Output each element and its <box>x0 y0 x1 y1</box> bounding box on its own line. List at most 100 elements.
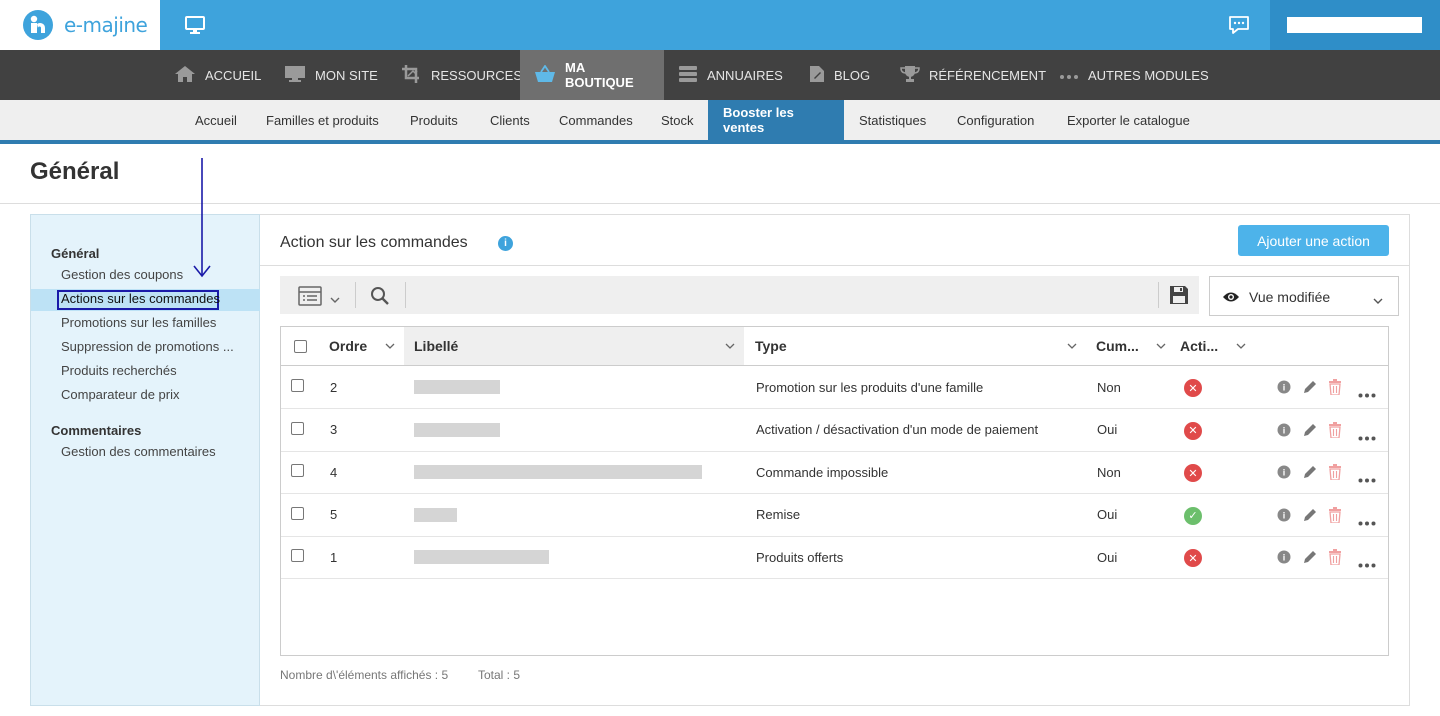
divider <box>260 265 1409 266</box>
table-row[interactable]: 5 Remise Oui ✓ i <box>281 494 1388 537</box>
cell-ordre: 1 <box>330 549 338 565</box>
inactive-cross-icon[interactable]: ✕ <box>1184 379 1202 397</box>
table-row[interactable]: 2 Promotion sur les produits d'une famil… <box>281 366 1388 409</box>
edit-icon[interactable] <box>1302 507 1318 528</box>
main-nav-item-mon-site[interactable]: MON SITE <box>270 50 392 100</box>
sub-nav-item-accueil[interactable]: Accueil <box>180 100 252 140</box>
svg-text:i: i <box>1283 468 1286 478</box>
table-row[interactable]: 1 Produits offerts Oui ✕ i <box>281 536 1388 580</box>
info-icon[interactable]: i <box>1277 550 1291 569</box>
sidebar-group-commentaires: Commentaires <box>51 423 142 438</box>
delete-icon[interactable] <box>1328 464 1342 485</box>
cell-type: Activation / désactivation d'un mode de … <box>756 422 1039 438</box>
sub-nav-label: Commandes <box>559 112 633 128</box>
inactive-cross-icon[interactable]: ✕ <box>1184 464 1202 483</box>
delete-icon[interactable] <box>1328 549 1342 570</box>
view-select[interactable]: Vue modifiée <box>1209 276 1399 316</box>
sub-nav-item-exporter[interactable]: Exporter le catalogue <box>1052 100 1205 140</box>
list-view-icon[interactable] <box>298 286 322 311</box>
cell-cumulable: Oui <box>1097 507 1118 523</box>
column-header-active[interactable]: Acti... <box>1170 327 1250 365</box>
logo[interactable]: e-majine <box>0 0 160 50</box>
edit-icon[interactable] <box>1302 379 1318 400</box>
row-checkbox[interactable] <box>291 421 304 435</box>
sidebar-item-gestion-commentaires[interactable]: Gestion des commentaires <box>61 444 216 459</box>
main-nav-item-ressources[interactable]: RESSOURCES <box>388 50 536 100</box>
row-checkbox[interactable] <box>291 506 304 520</box>
sub-nav-item-booster[interactable]: Booster les ventes <box>708 100 844 140</box>
dots-icon <box>1059 68 1079 83</box>
sub-nav-label: Booster les ventes <box>723 105 794 135</box>
more-icon[interactable] <box>1358 470 1376 488</box>
monitor-icon <box>284 65 306 86</box>
sub-nav-label: Accueil <box>195 112 237 128</box>
sub-nav-label: Exporter le catalogue <box>1067 112 1190 128</box>
sidebar-item-suppression-promotions[interactable]: Suppression de promotions ... <box>61 339 234 354</box>
main-nav-item-blog[interactable]: BLOG <box>795 50 884 100</box>
inactive-cross-icon[interactable]: ✕ <box>1184 421 1202 440</box>
sub-nav-item-stock[interactable]: Stock <box>646 100 709 140</box>
more-icon[interactable] <box>1358 428 1376 446</box>
info-icon[interactable]: i <box>498 236 513 251</box>
row-checkbox[interactable] <box>291 464 304 478</box>
column-header-type[interactable]: Type <box>745 327 1086 365</box>
inactive-cross-icon[interactable]: ✕ <box>1184 549 1202 568</box>
main-nav-label: BLOG <box>834 67 871 83</box>
chevron-down-icon[interactable] <box>330 291 340 309</box>
delete-icon[interactable] <box>1328 379 1342 400</box>
main-nav-item-annuaires[interactable]: ANNUAIRES <box>664 50 797 100</box>
crop-icon <box>402 64 422 86</box>
sidebar-item-produits-recherches[interactable]: Produits recherchés <box>61 363 177 378</box>
cell-libelle-masked <box>414 380 500 394</box>
sub-nav-item-statistiques[interactable]: Statistiques <box>844 100 941 140</box>
cell-ordre: 2 <box>330 379 338 395</box>
content-title: Action sur les commandes <box>280 234 468 251</box>
table-row[interactable]: 4 Commande impossible Non ✕ i <box>281 451 1388 495</box>
column-header-cumulable[interactable]: Cum... <box>1086 327 1170 365</box>
row-checkbox[interactable] <box>291 549 304 563</box>
sidebar-item-comparateur-prix[interactable]: Comparateur de prix <box>61 387 180 402</box>
svg-text:i: i <box>1283 553 1286 563</box>
row-checkbox[interactable] <box>291 379 304 392</box>
monitor-icon[interactable] <box>183 14 207 36</box>
edit-icon[interactable] <box>1302 549 1318 570</box>
column-header-ordre[interactable]: Ordre <box>321 327 404 365</box>
save-icon[interactable] <box>1169 285 1189 310</box>
cell-type: Promotion sur les produits d'une famille <box>756 379 984 395</box>
sub-nav-item-familles[interactable]: Familles et produits <box>251 100 394 140</box>
user-field[interactable] <box>1287 17 1422 33</box>
delete-icon[interactable] <box>1328 421 1342 443</box>
more-icon[interactable] <box>1358 555 1376 573</box>
info-icon[interactable]: i <box>1277 423 1291 442</box>
info-icon[interactable]: i <box>1277 380 1291 399</box>
footer-total: Total : 5 <box>478 668 521 682</box>
stack-icon <box>678 65 698 86</box>
main-nav-item-ma-boutique[interactable]: MA BOUTIQUE <box>520 50 664 100</box>
sub-nav-item-commandes[interactable]: Commandes <box>544 100 648 140</box>
select-all-checkbox[interactable] <box>294 340 307 353</box>
edit-icon[interactable] <box>1302 422 1318 443</box>
main-nav-item-accueil[interactable]: ACCUEIL <box>160 50 275 100</box>
main-nav-item-autres-modules[interactable]: AUTRES MODULES <box>1045 50 1223 100</box>
sidebar-item-actions-commandes[interactable]: Actions sur les commandes <box>61 291 220 306</box>
info-icon[interactable]: i <box>1277 508 1291 527</box>
sidebar-item-gestion-coupons[interactable]: Gestion des coupons <box>61 267 183 282</box>
delete-icon[interactable] <box>1328 506 1342 528</box>
info-icon[interactable]: i <box>1277 465 1291 484</box>
edit-icon[interactable] <box>1302 464 1318 485</box>
chat-icon[interactable] <box>1227 14 1251 36</box>
table-row[interactable]: 3 Activation / désactivation d'un mode d… <box>281 409 1388 452</box>
more-icon[interactable] <box>1358 385 1376 403</box>
sub-nav-item-configuration[interactable]: Configuration <box>942 100 1049 140</box>
search-icon[interactable] <box>370 286 390 311</box>
main-nav-item-referencement[interactable]: RÉFÉRENCEMENT <box>886 50 1060 100</box>
sidebar-item-promotions-familles[interactable]: Promotions sur les familles <box>61 315 216 330</box>
cell-libelle-masked <box>414 465 702 480</box>
chevron-down-icon <box>1236 343 1246 349</box>
add-action-button[interactable]: Ajouter une action <box>1238 225 1389 256</box>
sub-nav-item-clients[interactable]: Clients <box>475 100 545 140</box>
sub-nav-item-produits[interactable]: Produits <box>395 100 473 140</box>
active-check-icon[interactable]: ✓ <box>1184 506 1202 525</box>
more-icon[interactable] <box>1358 513 1376 531</box>
column-header-libelle[interactable]: Libellé <box>404 327 744 365</box>
